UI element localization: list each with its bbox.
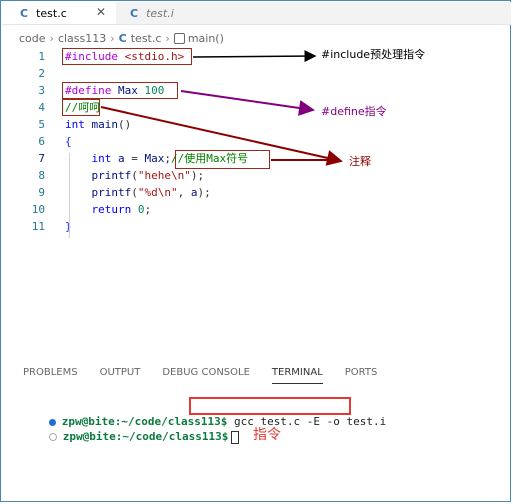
tab-debug-console[interactable]: DEBUG CONSOLE <box>162 367 250 384</box>
define-highlight-box <box>62 82 178 99</box>
code-text: { <box>65 135 72 148</box>
tab-ports[interactable]: PORTS <box>345 367 378 384</box>
tab-test-c[interactable]: C test.c ✕ <box>2 2 116 24</box>
tab-label: test.i <box>146 6 174 20</box>
breadcrumb-item[interactable]: main() <box>188 32 224 45</box>
line-number: 2 <box>38 67 45 80</box>
code-text: printf("hehe\n"); <box>91 169 205 182</box>
code-text: printf("%d\n", a); <box>91 186 211 199</box>
line-number: 4 <box>38 101 45 114</box>
symbol-method-icon <box>173 33 185 44</box>
chevron-right-icon: › <box>110 32 115 45</box>
terminal-prompt: zpw@bite:~/code/class113$ <box>62 430 229 443</box>
line-number: 10 <box>31 203 45 216</box>
terminal-line: zpw@bite:~/code/class113$ <box>9 414 240 444</box>
code-line[interactable]: 2 <box>1 65 301 82</box>
annotation-command: 指令 <box>253 427 281 443</box>
breadcrumb-item[interactable]: test.c <box>131 32 162 45</box>
indent-guide <box>69 153 70 238</box>
code-text: int main() <box>65 118 132 131</box>
c-file-icon: C <box>118 32 127 45</box>
code-line[interactable]: 9 printf("%d\n", a); <box>1 184 301 201</box>
breadcrumb: code › class113 › C test.c › main() <box>19 32 224 45</box>
command-highlight-box <box>189 397 351 415</box>
include-highlight-box <box>62 48 192 65</box>
comment-highlight-box-2 <box>175 150 270 169</box>
code-line[interactable]: 10 return 0; <box>1 201 301 218</box>
close-icon[interactable]: ✕ <box>96 5 106 19</box>
chevron-right-icon: › <box>49 32 54 45</box>
c-file-icon: C <box>130 6 139 20</box>
line-number: 1 <box>38 50 45 63</box>
line-number: 7 <box>38 152 45 165</box>
panel-tab-bar: PROBLEMS OUTPUT DEBUG CONSOLE TERMINAL P… <box>23 367 399 384</box>
code-line[interactable]: 5 int main() <box>1 116 301 133</box>
tab-terminal[interactable]: TERMINAL <box>271 367 323 384</box>
command-status-icon <box>48 433 57 441</box>
breadcrumb-item[interactable]: class113 <box>58 32 106 45</box>
line-number: 8 <box>38 169 45 182</box>
window-frame: C test.c ✕ C test.i code › class113 › C … <box>0 0 511 502</box>
tab-output[interactable]: OUTPUT <box>100 367 141 384</box>
c-file-icon: C <box>20 6 29 20</box>
code-text: return 0; <box>91 203 152 216</box>
code-line[interactable]: 8 printf("hehe\n"); <box>1 167 301 184</box>
tab-test-i[interactable]: C test.i <box>116 2 206 24</box>
comment-highlight-box <box>62 99 100 116</box>
line-number: 5 <box>38 118 45 131</box>
code-line[interactable]: 4//呵呵 <box>1 99 301 116</box>
breadcrumb-item[interactable]: code <box>19 32 46 45</box>
code-line[interactable]: 11} <box>1 218 301 235</box>
annotation-define: #define指令 <box>321 105 387 118</box>
annotation-comment: 注释 <box>349 155 371 168</box>
line-number: 11 <box>31 220 45 233</box>
chevron-right-icon: › <box>165 32 170 45</box>
line-number: 9 <box>38 186 45 199</box>
annotation-include: #include预处理指令 <box>321 48 426 61</box>
line-number: 3 <box>38 84 45 97</box>
code-line[interactable]: 6{ <box>1 133 301 150</box>
line-number: 6 <box>38 135 45 148</box>
tab-problems[interactable]: PROBLEMS <box>23 367 78 384</box>
terminal-cursor <box>231 430 240 444</box>
editor-tab-bar: C test.c ✕ C test.i <box>2 2 511 25</box>
tab-label: test.c <box>36 6 67 20</box>
